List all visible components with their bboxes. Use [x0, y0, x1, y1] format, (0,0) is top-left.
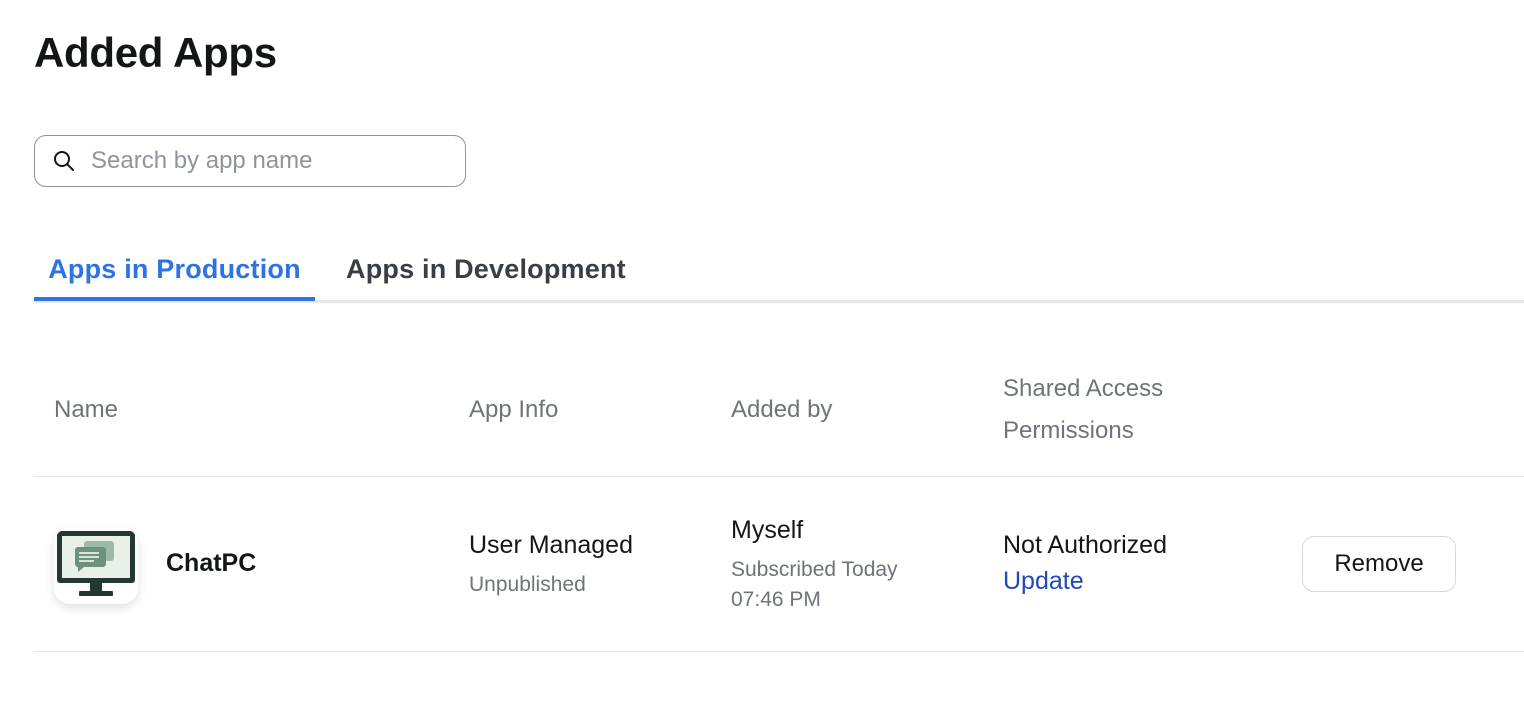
search-box[interactable] [34, 135, 466, 187]
app-info-management: User Managed [469, 531, 633, 559]
table-row: ChatPC User Managed Unpublished Myself S… [34, 477, 1524, 652]
remove-button[interactable]: Remove [1302, 536, 1456, 592]
app-info-status: Unpublished [469, 573, 586, 596]
search-icon [53, 150, 75, 172]
added-by-value: Myself [731, 516, 804, 544]
app-name: ChatPC [166, 549, 257, 577]
table-header: Name App Info Added by Shared Access Per… [34, 366, 1524, 477]
tab-bar: Apps in Production Apps in Development [34, 248, 1524, 303]
search-input[interactable] [89, 146, 433, 176]
column-header-app-info: App Info [469, 396, 559, 423]
tab-apps-in-development[interactable]: Apps in Development [346, 254, 626, 297]
tab-apps-in-production[interactable]: Apps in Production [34, 254, 315, 301]
page-title: Added Apps [34, 29, 277, 76]
update-permission-link[interactable]: Update [1003, 567, 1084, 596]
column-header-added-by: Added by [731, 396, 833, 423]
column-header-shared-access: Shared Access Permissions [1003, 375, 1164, 444]
column-header-name: Name [54, 396, 119, 423]
computer-chat-icon [54, 528, 138, 604]
subscribed-timestamp: Subscribed Today 07:46 PM [731, 558, 898, 611]
permission-status: Not Authorized [1003, 531, 1167, 559]
added-apps-page: Added Apps Apps in Production Apps in De… [0, 0, 1524, 720]
